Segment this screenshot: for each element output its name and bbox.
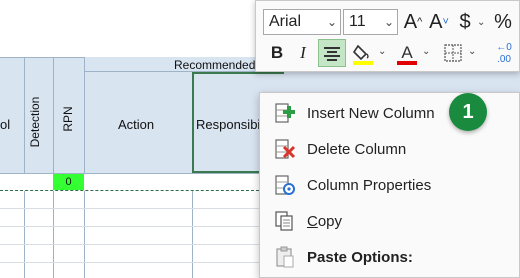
paste-options-label: Paste Options:: [307, 249, 413, 266]
delete-column-icon: [275, 139, 296, 159]
rpn-cell[interactable]: 0: [53, 174, 84, 190]
column-properties-icon: [275, 175, 295, 195]
detection-column-header[interactable]: Detection: [28, 91, 42, 153]
font-color-button[interactable]: A: [396, 39, 418, 67]
rpn-column-header[interactable]: RPN: [61, 101, 75, 137]
responsibility-column-header[interactable]: Responsibi: [196, 117, 260, 132]
italic-button[interactable]: I: [293, 39, 313, 67]
bold-button[interactable]: B: [266, 39, 288, 67]
paste-icon: [276, 246, 294, 268]
svg-text:A: A: [401, 43, 413, 62]
font-size-select[interactable]: 11 ⌄: [343, 9, 398, 35]
chevron-down-icon[interactable]: ⌄: [468, 46, 476, 57]
menu-item-copy[interactable]: Copy: [260, 203, 520, 239]
shrink-font-icon[interactable]: A˅: [428, 9, 450, 35]
copy-rest: opy: [317, 213, 343, 230]
font-color-icon: A: [397, 43, 417, 65]
chevron-down-icon[interactable]: ⌄: [378, 46, 386, 57]
menu-item-paste-options: Paste Options:: [260, 239, 520, 275]
mini-formatting-toolbar: Arial ⌄ 11 ⌄ A^ A˅ $ ⌄ % B I ⌄ A ⌄ ⌄ ←0 …: [255, 0, 520, 72]
copy-accelerator: C: [307, 213, 318, 230]
chevron-down-icon[interactable]: ⌄: [477, 17, 485, 28]
paint-bucket-icon: [352, 44, 373, 65]
insert-column-label: Insert New Column: [307, 105, 435, 122]
align-center-icon: [324, 47, 340, 61]
copy-label: Copy: [307, 213, 342, 230]
grow-font-icon[interactable]: A^: [402, 9, 424, 35]
action-column-header[interactable]: Action: [118, 117, 154, 132]
borders-icon: [444, 44, 462, 62]
borders-button[interactable]: [442, 39, 464, 67]
decimal-label: ←0 .00: [496, 42, 512, 65]
partial-column-header[interactable]: ol: [0, 117, 10, 132]
chevron-down-icon[interactable]: ⌄: [422, 46, 430, 57]
fill-color-button[interactable]: [351, 39, 375, 67]
chevron-down-icon: ⌄: [383, 15, 394, 29]
decrease-decimal-button[interactable]: ←0 .00: [489, 39, 519, 67]
insert-column-icon: [275, 103, 295, 123]
copy-icon: [275, 211, 293, 231]
font-size-value: 11: [349, 13, 366, 30]
align-center-button[interactable]: [318, 39, 346, 67]
percent-button[interactable]: %: [490, 9, 516, 35]
chevron-down-icon: ⌄: [326, 15, 337, 29]
recommended-group-header: Recommended: [174, 58, 256, 72]
delete-column-label: Delete Column: [307, 141, 407, 158]
column-properties-label: Column Properties: [307, 177, 432, 194]
font-name-select[interactable]: Arial ⌄: [263, 9, 341, 35]
menu-item-delete-column[interactable]: Delete Column: [260, 131, 520, 167]
font-name-value: Arial: [269, 13, 302, 30]
currency-button[interactable]: $: [456, 9, 474, 35]
menu-item-column-properties[interactable]: Column Properties: [260, 167, 520, 203]
step-number-badge: 1: [449, 93, 487, 131]
